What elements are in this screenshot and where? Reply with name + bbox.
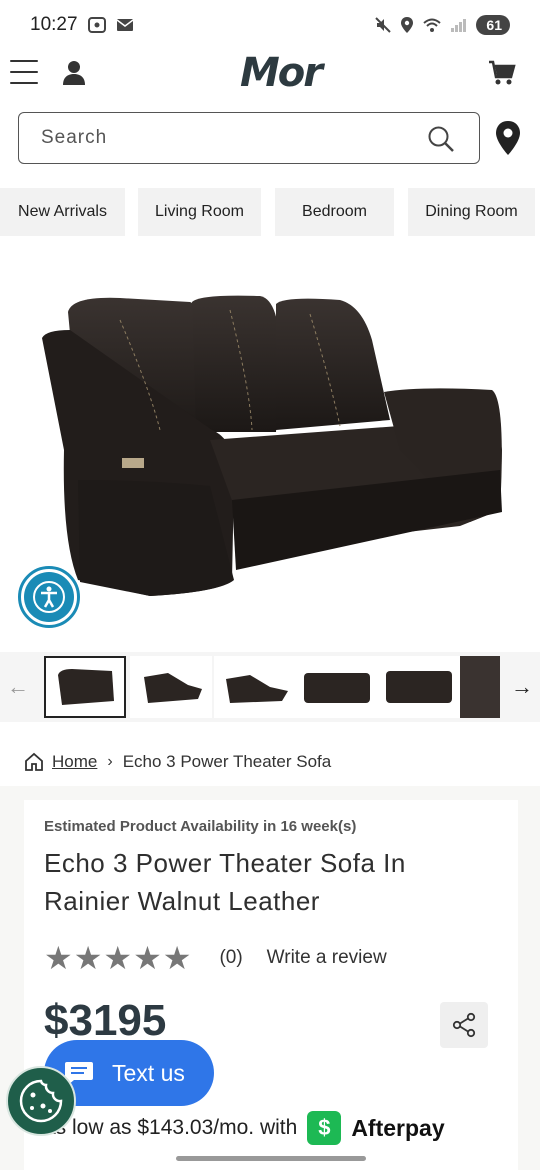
text-us-label: Text us <box>112 1059 185 1086</box>
user-icon[interactable] <box>60 58 88 86</box>
signal-icon <box>451 19 467 32</box>
afterpay-text: as low as $143.03/mo. with <box>44 1116 298 1139</box>
mute-icon <box>375 17 392 33</box>
accessibility-icon <box>33 581 65 613</box>
mail-icon <box>116 19 133 31</box>
cookie-icon <box>19 1079 63 1123</box>
product-price: $3195 <box>44 996 167 1045</box>
sofa-illustration <box>42 295 502 596</box>
product-image[interactable] <box>0 250 540 650</box>
chevron-right-icon: › <box>107 753 113 770</box>
share-icon <box>452 1012 476 1038</box>
category-new-arrivals[interactable]: New Arrivals <box>0 188 125 236</box>
star-icon: ★ <box>133 940 162 976</box>
accessibility-button[interactable] <box>18 566 80 628</box>
battery-indicator: 61 <box>476 15 510 35</box>
availability-text: Estimated Product Availability in 16 wee… <box>44 818 357 835</box>
star-icon: ★ <box>73 940 103 976</box>
home-icon <box>25 752 43 771</box>
review-count: (0) <box>219 947 243 968</box>
thumbnail-4[interactable] <box>296 656 378 718</box>
product-title: Echo 3 Power Theater Sofa In Rainier Wal… <box>44 848 406 916</box>
screenshot-icon <box>87 17 106 33</box>
category-living-room[interactable]: Living Room <box>138 188 261 236</box>
star-icon: ★ <box>103 940 133 976</box>
search-box[interactable] <box>18 112 480 164</box>
home-indicator[interactable] <box>176 1156 366 1161</box>
breadcrumb-home-link[interactable]: Home <box>52 752 97 772</box>
write-review-link[interactable]: Write a review <box>267 947 387 969</box>
thumbnail-2[interactable] <box>130 656 212 718</box>
status-bar: 10:27 61 <box>0 0 540 50</box>
search-input[interactable] <box>41 127 421 149</box>
thumbnail-5[interactable] <box>378 656 460 718</box>
star-icon: ★ <box>44 940 73 976</box>
cookie-settings-button[interactable] <box>6 1066 76 1136</box>
breadcrumb-current: Echo 3 Power Theater Sofa <box>122 752 332 771</box>
carousel-next-icon[interactable]: → <box>510 672 534 702</box>
site-logo[interactable]: Mor <box>240 50 323 96</box>
menu-icon[interactable] <box>10 60 38 84</box>
rating-stars[interactable]: ★ ★ ★ ★ ★ <box>44 942 191 974</box>
share-button[interactable] <box>440 1002 488 1048</box>
search-icon[interactable] <box>427 125 455 153</box>
wifi-icon <box>423 18 442 32</box>
breadcrumb: Home › Echo 3 Power Theater Sofa <box>24 748 331 776</box>
category-bedroom[interactable]: Bedroom <box>275 188 394 236</box>
afterpay-brand[interactable]: Afterpay <box>351 1115 444 1142</box>
star-icon: ★ <box>162 940 192 976</box>
thumbnail-6[interactable] <box>460 656 500 718</box>
site-header: Mor <box>0 50 540 96</box>
thumbnail-1[interactable] <box>44 656 126 718</box>
afterpay-logo-icon: $ <box>307 1111 342 1145</box>
thumbnail-3[interactable] <box>214 656 296 718</box>
afterpay-row: as low as $143.03/mo. with $ Afterpay <box>44 1110 445 1146</box>
category-nav: New Arrivals Living Room Bedroom Dining … <box>0 188 540 236</box>
thumbnail-carousel: ← → <box>0 652 540 722</box>
status-time: 10:27 <box>30 14 78 35</box>
category-dining-room[interactable]: Dining Room <box>408 188 535 236</box>
cart-icon[interactable] <box>488 60 516 86</box>
location-icon <box>401 17 414 33</box>
carousel-prev-icon[interactable]: ← <box>6 672 30 702</box>
rating-row: ★ ★ ★ ★ ★ (0) Write a review <box>44 942 387 974</box>
store-location-icon[interactable] <box>494 120 522 156</box>
